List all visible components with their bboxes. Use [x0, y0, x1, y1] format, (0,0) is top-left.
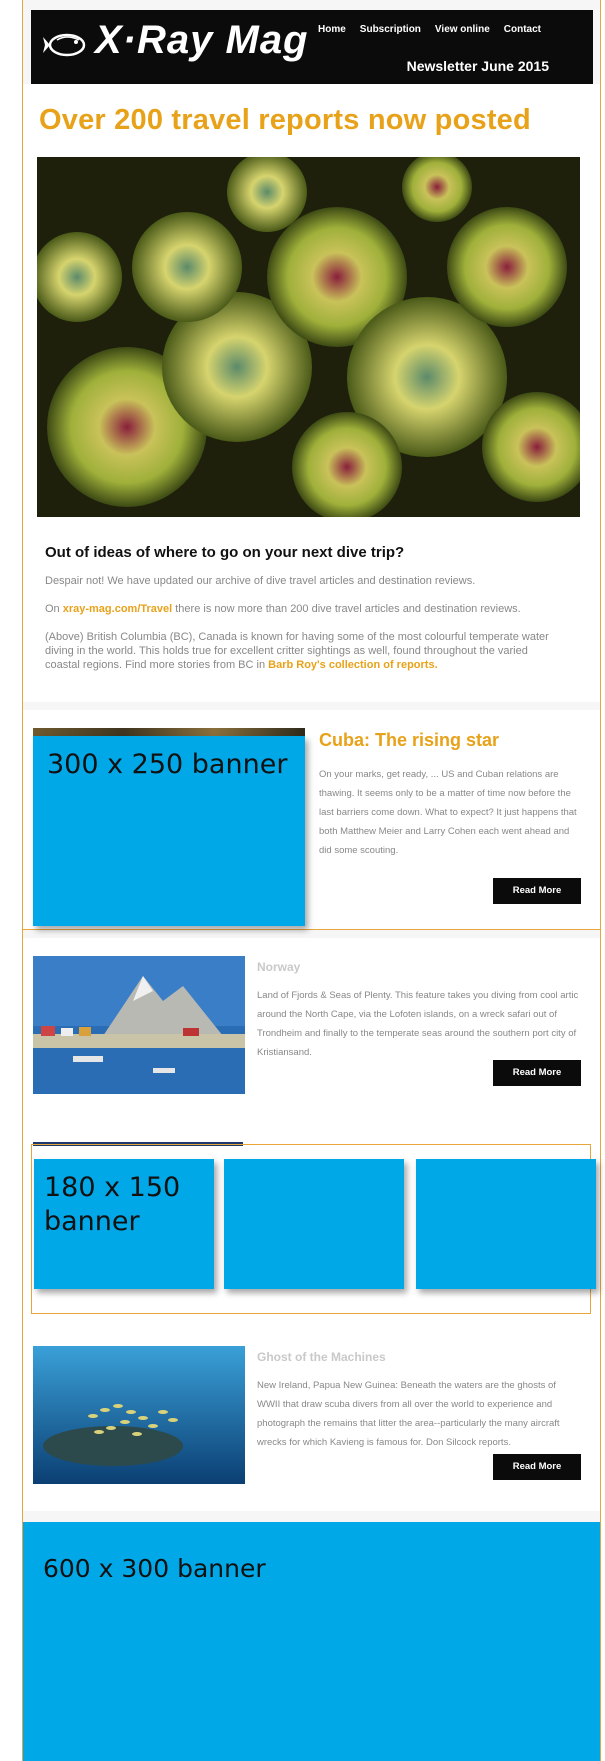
hero-section: Over 200 travel reports now posted Out o… [23, 84, 600, 702]
norway-image[interactable] [33, 956, 245, 1094]
articles-section: Norway Land of Fjords & Seas of Plenty. … [23, 938, 600, 1511]
ghost-text: New Ireland, Papua New Guinea: Beneath t… [257, 1380, 560, 1448]
issue-label: Newsletter June 2015 [406, 58, 549, 74]
newsletter-container: X·Ray Mag Home Subscription View online … [22, 0, 601, 1761]
norway-title[interactable]: Norway [257, 960, 300, 974]
nav-view-online-link[interactable]: View online [435, 24, 490, 35]
ghost-title[interactable]: Ghost of the Machines [257, 1350, 386, 1364]
hero-subtitle: Out of ideas of where to go on your next… [45, 544, 405, 561]
hero-p2-text: there is now more than 200 dive travel a… [172, 603, 521, 615]
travel-link[interactable]: xray-mag.com/Travel [63, 603, 172, 615]
hero-paragraph-3: (Above) British Columbia (BC), Canada is… [45, 630, 565, 672]
hero-title: Over 200 travel reports now posted [39, 104, 531, 136]
norway-text: Land of Fjords & Seas of Plenty. This fe… [257, 990, 579, 1058]
nav-subscription-link[interactable]: Subscription [360, 24, 421, 35]
hero-p2-prefix: On [45, 603, 63, 615]
small-banner-row: 180 x 150 banner [31, 1144, 596, 1314]
banner-180x150-1[interactable]: 180 x 150 banner [34, 1159, 214, 1289]
ghost-image[interactable] [33, 1346, 245, 1484]
nav-home-link[interactable]: Home [318, 24, 346, 35]
cuba-section: 300 x 250 banner Cuba: The rising star O… [23, 710, 600, 930]
banner-180x150-3[interactable] [416, 1159, 596, 1289]
ghost-read-more-button[interactable]: Read More [493, 1454, 581, 1480]
nav-contact-link[interactable]: Contact [504, 24, 541, 35]
top-nav: Home Subscription View online Contact [318, 24, 541, 35]
logo-fish-icon [43, 33, 86, 57]
cuba-text: On your marks, get ready, ... US and Cub… [319, 769, 577, 856]
hero-paragraph-2: On xray-mag.com/Travel there is now more… [45, 602, 565, 616]
norway-read-more-button[interactable]: Read More [493, 1060, 581, 1086]
cuba-title[interactable]: Cuba: The rising star [319, 730, 499, 751]
barb-roy-link[interactable]: Barb Roy's collection of reports. [268, 659, 437, 671]
hero-anemone-image[interactable] [37, 157, 580, 517]
cuba-read-more-button[interactable]: Read More [493, 878, 581, 904]
banner-600x300[interactable]: 600 x 300 banner [23, 1522, 600, 1761]
banner-300x250[interactable]: 300 x 250 banner [33, 736, 305, 926]
banner-180x150-2[interactable] [224, 1159, 404, 1289]
hero-paragraph-1: Despair not! We have updated our archive… [45, 575, 476, 587]
header-bar: X·Ray Mag Home Subscription View online … [31, 10, 593, 84]
logo-text[interactable]: X·Ray Mag [95, 18, 309, 63]
